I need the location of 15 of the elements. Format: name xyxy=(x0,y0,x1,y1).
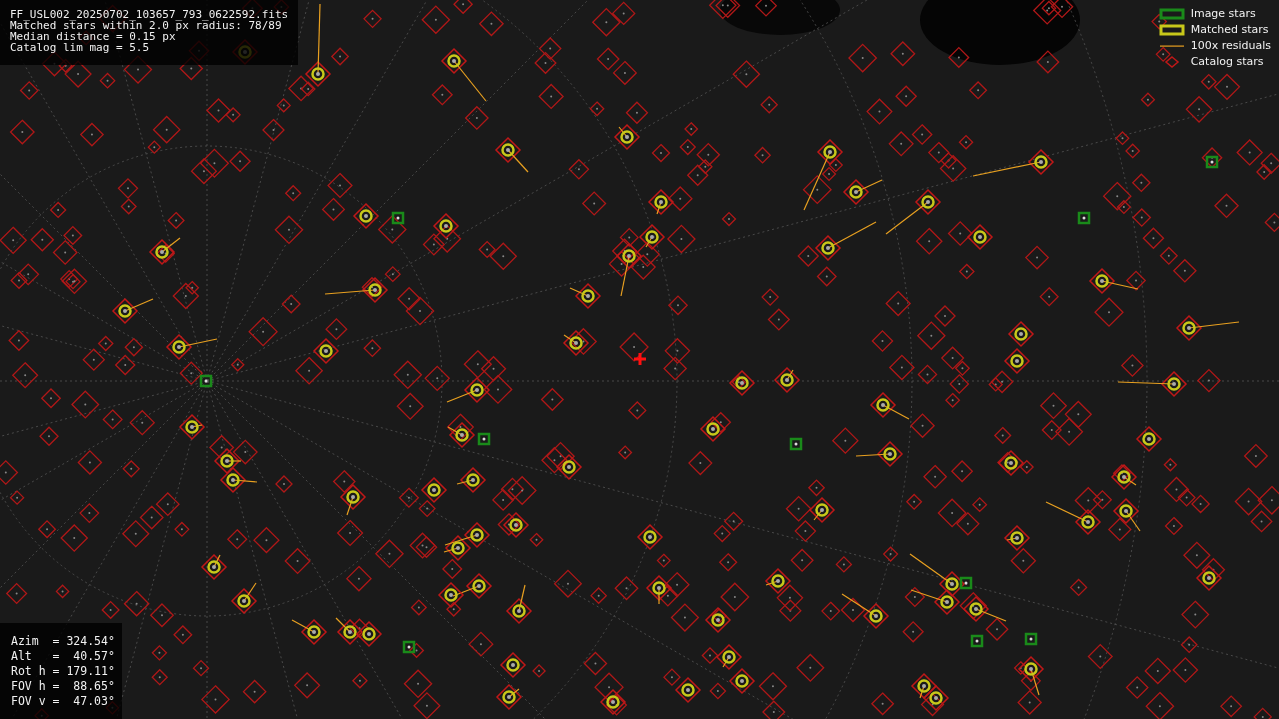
pose-text: Alt = 40.57° xyxy=(11,650,112,662)
matched-star-rectangle-icon xyxy=(1158,24,1185,36)
pose-text: Azim = 324.54° xyxy=(11,635,112,647)
legend-label: 100x residuals xyxy=(1190,39,1271,53)
info-text: Catalog lim mag = 5.5 xyxy=(10,42,151,53)
pose-text: FOV h = 88.65° xyxy=(11,680,112,692)
image-star-rectangle-icon xyxy=(1158,8,1185,20)
legend-label: Catalog stars xyxy=(1190,55,1264,69)
legend-label: Image stars xyxy=(1190,7,1256,21)
pose-text: Rot h = 179.11° xyxy=(11,665,112,677)
info-text: FF_USL002_20250702_103657_793_0622592.fits xyxy=(10,9,289,20)
info-text: Matched stars within 2.0 px radius: 78/89 xyxy=(10,20,282,31)
pose-text: FOV v = 47.03° xyxy=(11,695,112,707)
legend-label: Matched stars xyxy=(1190,23,1269,37)
info-text: Median distance = 0.15 px xyxy=(10,31,176,42)
